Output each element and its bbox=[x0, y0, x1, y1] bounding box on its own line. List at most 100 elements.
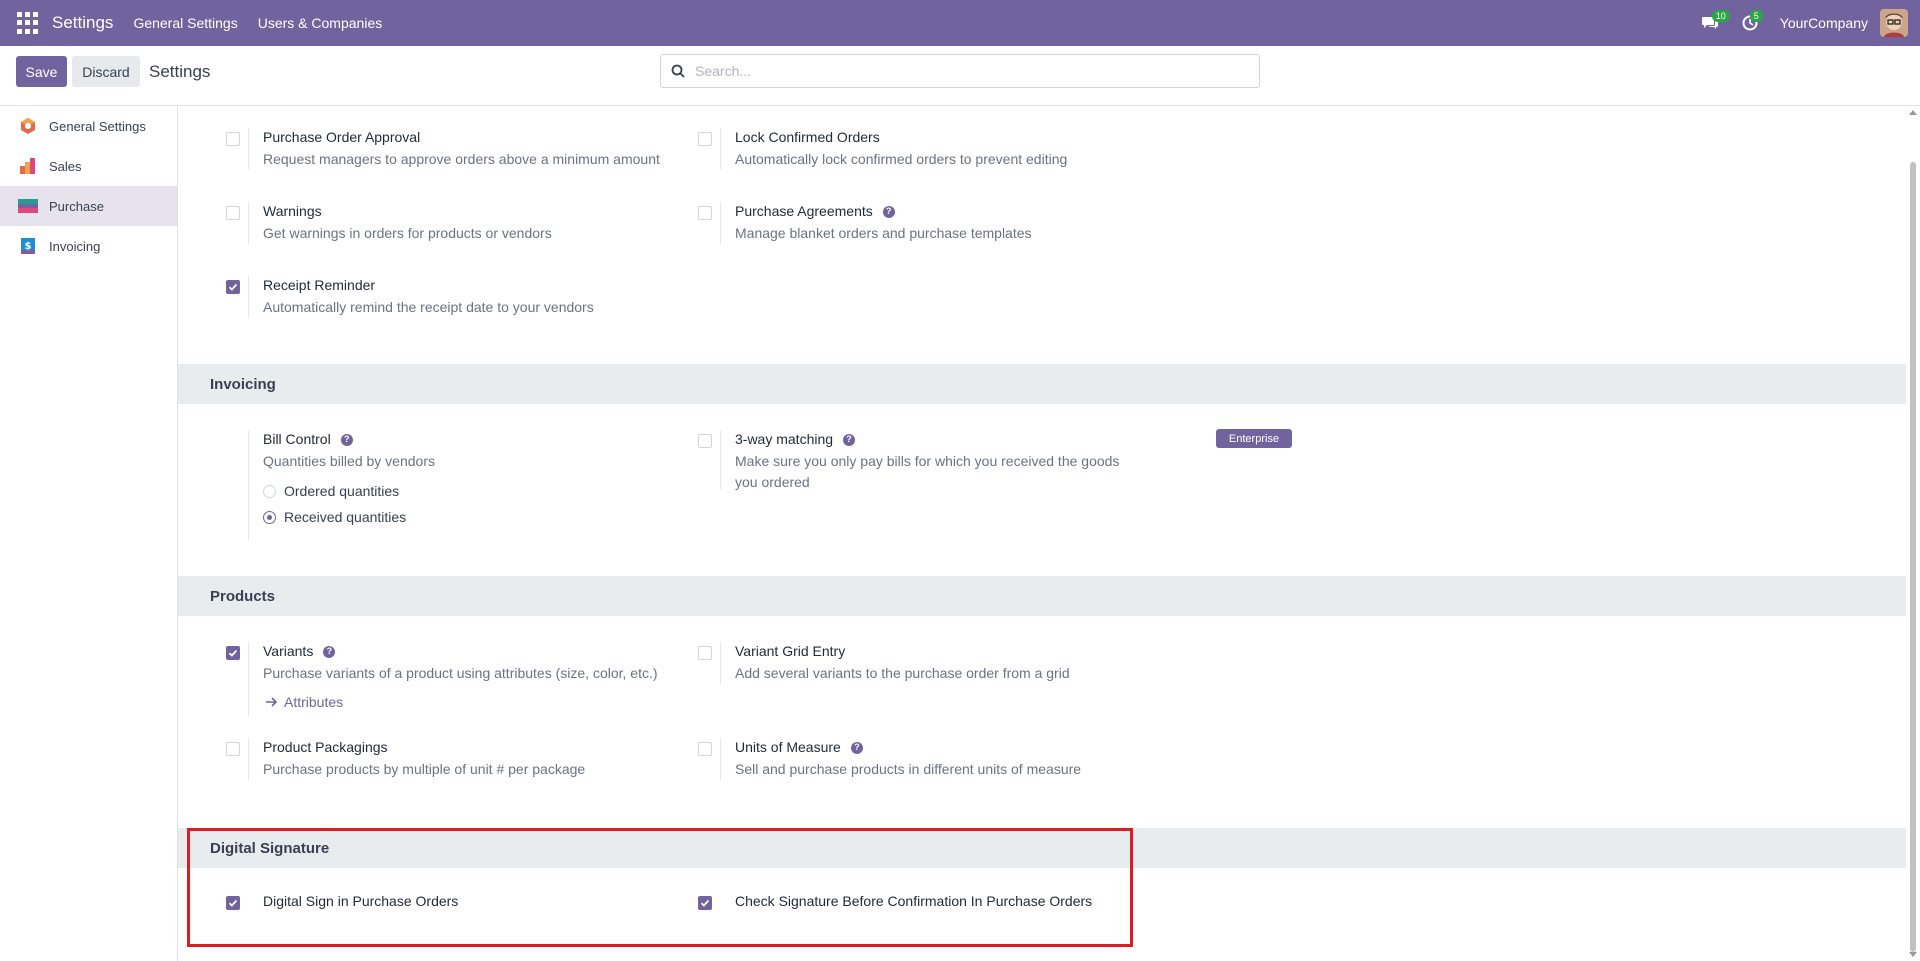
setting-receipt-reminder: Receipt Reminder Automatically remind th… bbox=[178, 276, 618, 318]
setting-title: Units of Measure bbox=[735, 739, 841, 755]
radio-label: Received quantities bbox=[284, 509, 407, 525]
setting-description: Automatically lock confirmed orders to p… bbox=[735, 151, 1068, 167]
sales-icon bbox=[18, 156, 38, 176]
checkmark-icon bbox=[228, 649, 238, 657]
checkmark-icon bbox=[700, 899, 710, 907]
product-packagings-checkbox[interactable] bbox=[226, 742, 240, 756]
general-settings-icon bbox=[18, 116, 38, 136]
sidebar-item-general-settings[interactable]: General Settings bbox=[0, 106, 177, 146]
page-title: Settings bbox=[149, 62, 211, 81]
setting-description: Sell and purchase products in different … bbox=[735, 761, 1082, 777]
help-icon[interactable]: ? bbox=[850, 741, 863, 754]
arrow-right-icon bbox=[266, 697, 278, 707]
radio-label: Ordered quantities bbox=[284, 483, 400, 499]
setting-units-of-measure: Units of Measure? Sell and purchase prod… bbox=[650, 738, 1090, 780]
attributes-link[interactable]: Attributes bbox=[266, 694, 683, 710]
variant-grid-entry-checkbox[interactable] bbox=[698, 646, 712, 660]
setting-description: Get warnings in orders for products or v… bbox=[263, 225, 552, 241]
setting-purchase-order-approval: Purchase Order Approval Request managers… bbox=[178, 128, 660, 170]
sidebar-item-label: General Settings bbox=[49, 118, 146, 134]
activities-button[interactable]: 5 bbox=[1730, 0, 1770, 46]
activities-badge: 5 bbox=[1749, 10, 1763, 22]
radio-button[interactable] bbox=[263, 484, 276, 498]
svg-text:$: $ bbox=[25, 241, 32, 252]
radio-ordered-quantities[interactable]: Ordered quantities bbox=[263, 478, 683, 504]
purchase-agreements-checkbox[interactable] bbox=[698, 206, 712, 220]
setting-title: Variants bbox=[263, 643, 314, 659]
enterprise-badge[interactable]: Enterprise bbox=[1216, 429, 1292, 448]
units-of-measure-checkbox[interactable] bbox=[698, 742, 712, 756]
sidebar-item-label: Sales bbox=[49, 158, 82, 174]
menu-general-settings[interactable]: General Settings bbox=[133, 15, 237, 31]
setting-title: Bill Control bbox=[263, 431, 331, 447]
help-icon[interactable]: ? bbox=[882, 205, 895, 218]
setting-title: Purchase Order Approval bbox=[263, 129, 421, 145]
content-scrollbar[interactable] bbox=[1906, 106, 1920, 961]
setting-description: Quantities billed by vendors bbox=[263, 453, 435, 469]
setting-title: Warnings bbox=[263, 203, 322, 219]
messages-badge: 10 bbox=[1711, 10, 1730, 22]
warnings-checkbox[interactable] bbox=[226, 206, 240, 220]
setting-warnings: Warnings Get warnings in orders for prod… bbox=[178, 202, 618, 244]
sidebar-item-purchase[interactable]: Purchase bbox=[0, 186, 177, 226]
setting-check-signature: Check Signature Before Confirmation In P… bbox=[650, 892, 1170, 916]
section-heading-digital-signature: Digital Signature bbox=[178, 828, 1906, 868]
menu-users-companies[interactable]: Users & Companies bbox=[258, 15, 383, 31]
setting-three-way-matching: 3-way matching? Make sure you only pay b… bbox=[650, 430, 1119, 490]
discard-button[interactable]: Discard bbox=[72, 56, 140, 87]
setting-description: Add several variants to the purchase ord… bbox=[735, 665, 1070, 681]
checkmark-icon bbox=[228, 899, 238, 907]
receipt-reminder-checkbox[interactable] bbox=[226, 280, 240, 294]
purchase-icon bbox=[18, 196, 38, 216]
scroll-thumb[interactable] bbox=[1910, 162, 1916, 952]
help-icon[interactable]: ? bbox=[843, 433, 856, 446]
setting-description: Purchase products by multiple of unit # … bbox=[263, 761, 586, 777]
setting-description: Purchase variants of a product using att… bbox=[263, 665, 658, 681]
user-avatar-image bbox=[1880, 9, 1908, 37]
variants-checkbox[interactable] bbox=[226, 646, 240, 660]
user-avatar[interactable] bbox=[1880, 9, 1908, 37]
checkmark-icon bbox=[228, 283, 238, 291]
messages-button[interactable]: 10 bbox=[1690, 0, 1730, 46]
invoicing-icon: $ bbox=[18, 236, 38, 256]
setting-title: Receipt Reminder bbox=[263, 277, 376, 293]
scroll-up-arrow-icon[interactable] bbox=[1909, 110, 1917, 115]
app-brand[interactable]: Settings bbox=[52, 13, 113, 33]
save-button[interactable]: Save bbox=[16, 56, 67, 87]
top-navbar: Settings General Settings Users & Compan… bbox=[0, 0, 1920, 46]
search-input[interactable] bbox=[695, 63, 1235, 79]
three-way-matching-checkbox[interactable] bbox=[698, 434, 712, 448]
setting-bill-control: Bill Control? Quantities billed by vendo… bbox=[178, 430, 618, 540]
setting-title: Digital Sign in Purchase Orders bbox=[263, 893, 459, 909]
lock-confirmed-orders-checkbox[interactable] bbox=[698, 132, 712, 146]
help-icon[interactable]: ? bbox=[323, 645, 336, 658]
sidebar-item-sales[interactable]: Sales bbox=[0, 146, 177, 186]
setting-description: Manage blanket orders and purchase templ… bbox=[735, 225, 1032, 241]
search-bar[interactable] bbox=[660, 54, 1260, 88]
setting-title: Product Packagings bbox=[263, 739, 388, 755]
setting-description: Request managers to approve orders above… bbox=[263, 151, 660, 167]
company-switcher[interactable]: YourCompany bbox=[1780, 15, 1868, 31]
apps-menu-icon[interactable] bbox=[17, 12, 39, 34]
setting-title: Lock Confirmed Orders bbox=[735, 129, 880, 145]
setting-title: 3-way matching bbox=[735, 431, 834, 447]
scroll-down-arrow-icon[interactable] bbox=[1909, 952, 1917, 957]
section-heading-products: Products bbox=[178, 576, 1906, 616]
setting-purchase-agreements: Purchase Agreements? Manage blanket orde… bbox=[650, 202, 1090, 244]
setting-lock-confirmed-orders: Lock Confirmed Orders Automatically lock… bbox=[650, 128, 1090, 170]
radio-button[interactable] bbox=[263, 510, 276, 524]
digital-sign-checkbox[interactable] bbox=[226, 896, 240, 910]
help-icon[interactable]: ? bbox=[340, 433, 353, 446]
setting-description: Automatically remind the receipt date to… bbox=[263, 299, 594, 315]
setting-variants: Variants? Purchase variants of a product… bbox=[178, 642, 658, 716]
search-icon bbox=[671, 64, 685, 78]
setting-product-packagings: Product Packagings Purchase products by … bbox=[178, 738, 618, 780]
radio-received-quantities[interactable]: Received quantities bbox=[263, 504, 683, 530]
sidebar-item-invoicing[interactable]: $ Invoicing bbox=[0, 226, 177, 266]
setting-digital-sign: Digital Sign in Purchase Orders bbox=[178, 892, 618, 916]
sidebar-item-label: Invoicing bbox=[49, 238, 101, 254]
setting-title: Purchase Agreements bbox=[735, 203, 873, 219]
setting-description: Make sure you only pay bills for which y… bbox=[735, 453, 1120, 490]
purchase-order-approval-checkbox[interactable] bbox=[226, 132, 240, 146]
check-signature-checkbox[interactable] bbox=[698, 896, 712, 910]
